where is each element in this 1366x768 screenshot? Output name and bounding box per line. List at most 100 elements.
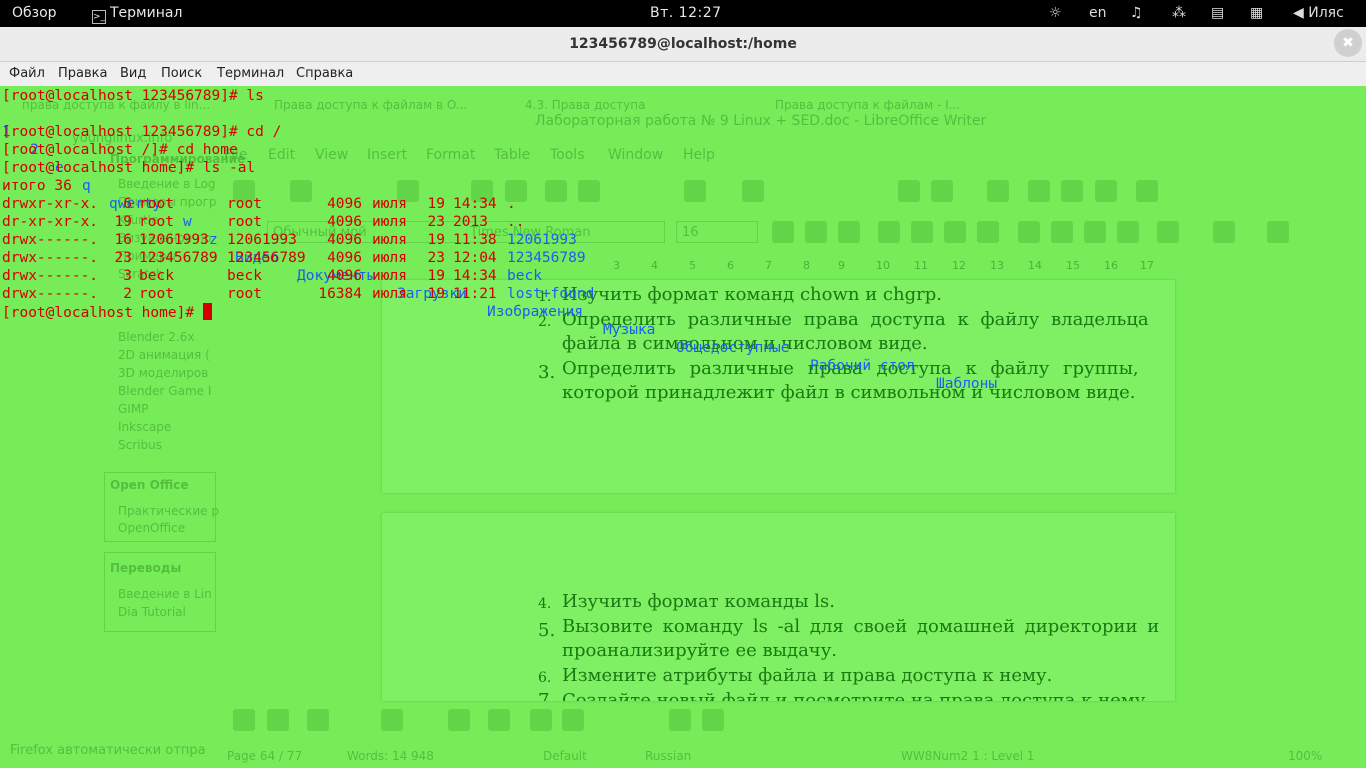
terminal-line: итого 36 xyxy=(2,178,72,194)
toolbar-icon xyxy=(307,709,329,731)
ls-time: 11:38 xyxy=(453,232,497,248)
doc-line: Изучить формат команд chown и chgrp. xyxy=(562,284,942,305)
ls-perm: drwx------. xyxy=(2,232,99,248)
title-bar[interactable]: 123456789@localhost:/home ✖ xyxy=(0,27,1366,62)
ls-name: .. xyxy=(507,214,525,230)
status-style: Default xyxy=(543,749,587,763)
ruler-label: 5 xyxy=(689,259,696,272)
doc-line: проанализируйте ее выдачу. xyxy=(562,640,838,661)
terminal-line: [root@localhost 123456789]# ls xyxy=(2,88,264,104)
ls-group: root xyxy=(227,196,262,212)
terminal-cursor xyxy=(202,303,212,320)
ls-group: beck xyxy=(227,268,262,284)
ls-item: z xyxy=(209,232,218,248)
keyboard-layout[interactable]: en xyxy=(1089,5,1107,21)
menu-view[interactable]: Вид xyxy=(120,66,146,81)
list-number: 7. xyxy=(538,690,556,701)
underline-icon xyxy=(838,221,860,243)
format-paint-icon xyxy=(742,180,764,202)
ruler-label: 16 xyxy=(1104,259,1118,272)
sidebar-link: GIMP xyxy=(118,402,149,416)
list-number: 3. xyxy=(538,362,556,383)
ruler-label: 8 xyxy=(803,259,810,272)
align-left-icon xyxy=(878,221,900,243)
ls-group: root xyxy=(227,214,262,230)
writer-menu-item: Window xyxy=(608,147,664,163)
italic-icon xyxy=(805,221,827,243)
terminal-line: [root@localhost /]# cd home xyxy=(2,142,238,158)
bold-icon xyxy=(772,221,794,243)
browser-tab-4: Права доступа к файлам - I... xyxy=(775,98,961,112)
size-box-value: 16 xyxy=(682,225,699,240)
ls-size: 4096 xyxy=(327,250,362,266)
align-right-icon xyxy=(944,221,966,243)
window-title: 123456789@localhost:/home xyxy=(569,36,797,52)
prompt-text: [root@localhost home]# xyxy=(2,305,203,321)
menu-search[interactable]: Поиск xyxy=(161,66,202,81)
ls-time: 12:04 xyxy=(453,250,497,266)
ruler-label: 17 xyxy=(1140,259,1154,272)
ls-name: 12061993 xyxy=(507,232,577,248)
ls-item: q xyxy=(82,178,91,194)
close-button[interactable]: ✖ xyxy=(1334,29,1362,57)
clock[interactable]: Вт. 12:27 xyxy=(650,5,722,21)
menu-terminal[interactable]: Терминал xyxy=(217,66,284,81)
writer-menu-item: Help xyxy=(683,147,715,163)
ls-perm: drwx------. xyxy=(2,268,99,284)
ls-day: 19 xyxy=(427,268,445,284)
ls-size: 4096 xyxy=(327,196,362,212)
ls-day: 19 xyxy=(427,232,445,248)
activities-button[interactable]: Обзор xyxy=(12,5,57,21)
terminal-icon: >_ xyxy=(92,10,106,24)
ls-item: Музыка xyxy=(603,322,656,338)
user-menu[interactable]: ◀ Иляс xyxy=(1293,5,1344,21)
ruler-label: 10 xyxy=(876,259,890,272)
arrow-right-icon xyxy=(381,709,403,731)
ls-item: w xyxy=(183,214,192,230)
user-name: Иляс xyxy=(1308,5,1344,21)
bullets-icon xyxy=(1051,221,1073,243)
user-icon: ◀ xyxy=(1293,5,1304,21)
app-menu-label: Терминал xyxy=(110,5,183,21)
menu-help[interactable]: Справка xyxy=(296,66,353,81)
ls-name: beck xyxy=(507,268,542,284)
menu-file[interactable]: Файл xyxy=(9,66,45,81)
writer-menu-item: Tools xyxy=(550,147,585,163)
ruler-label: 3 xyxy=(613,259,620,272)
ruler-label: 15 xyxy=(1066,259,1080,272)
ls-month: июля xyxy=(372,268,407,284)
ls-item: Общедоступные xyxy=(676,340,790,356)
terminal-prompt[interactable]: [root@localhost home]# xyxy=(2,303,212,322)
sidebar-link: Scribus xyxy=(118,438,162,452)
ls-links: 16 xyxy=(114,232,132,248)
ls-month: июля xyxy=(372,196,407,212)
ls-time: 2013 xyxy=(453,214,488,230)
ls-time: 14:34 xyxy=(453,268,497,284)
doc-line: Измените атрибуты файла и права доступа … xyxy=(562,665,1053,686)
justify-icon xyxy=(977,221,999,243)
clipboard-icon[interactable]: ▦ xyxy=(1250,5,1263,21)
status-page: Page 64 / 77 xyxy=(227,749,303,763)
menu-edit[interactable]: Правка xyxy=(58,66,107,81)
writer-menu-item: Table xyxy=(494,147,531,163)
writer-menu-item: Insert xyxy=(367,147,408,163)
volume-icon[interactable]: ♫ xyxy=(1130,5,1143,21)
ls-links: 3 xyxy=(123,268,132,284)
ruler-label: 6 xyxy=(727,259,734,272)
toolbar-icon xyxy=(669,709,691,731)
bluetooth-icon[interactable]: ⁂ xyxy=(1172,5,1186,21)
app-menu[interactable]: >_ Терминал xyxy=(92,5,182,24)
accessibility-icon[interactable]: ☼ xyxy=(1049,5,1062,21)
arrow-right-icon xyxy=(448,709,470,731)
doc-line: Создайте новый файл и посмотрите на прав… xyxy=(562,690,1152,701)
ls-name: . xyxy=(507,196,516,212)
ls-item: Рабочий стол xyxy=(810,358,915,374)
sidebar-link: 3D моделиров xyxy=(118,366,209,380)
ls-group: root xyxy=(227,286,262,302)
ls-links: 6 xyxy=(123,196,132,212)
ls-day: 23 xyxy=(427,250,445,266)
ruler-label: 9 xyxy=(838,259,845,272)
network-icon[interactable]: ▤ xyxy=(1211,5,1224,21)
draw-icon xyxy=(987,180,1009,202)
ls-perm: drwx------. xyxy=(2,250,99,266)
